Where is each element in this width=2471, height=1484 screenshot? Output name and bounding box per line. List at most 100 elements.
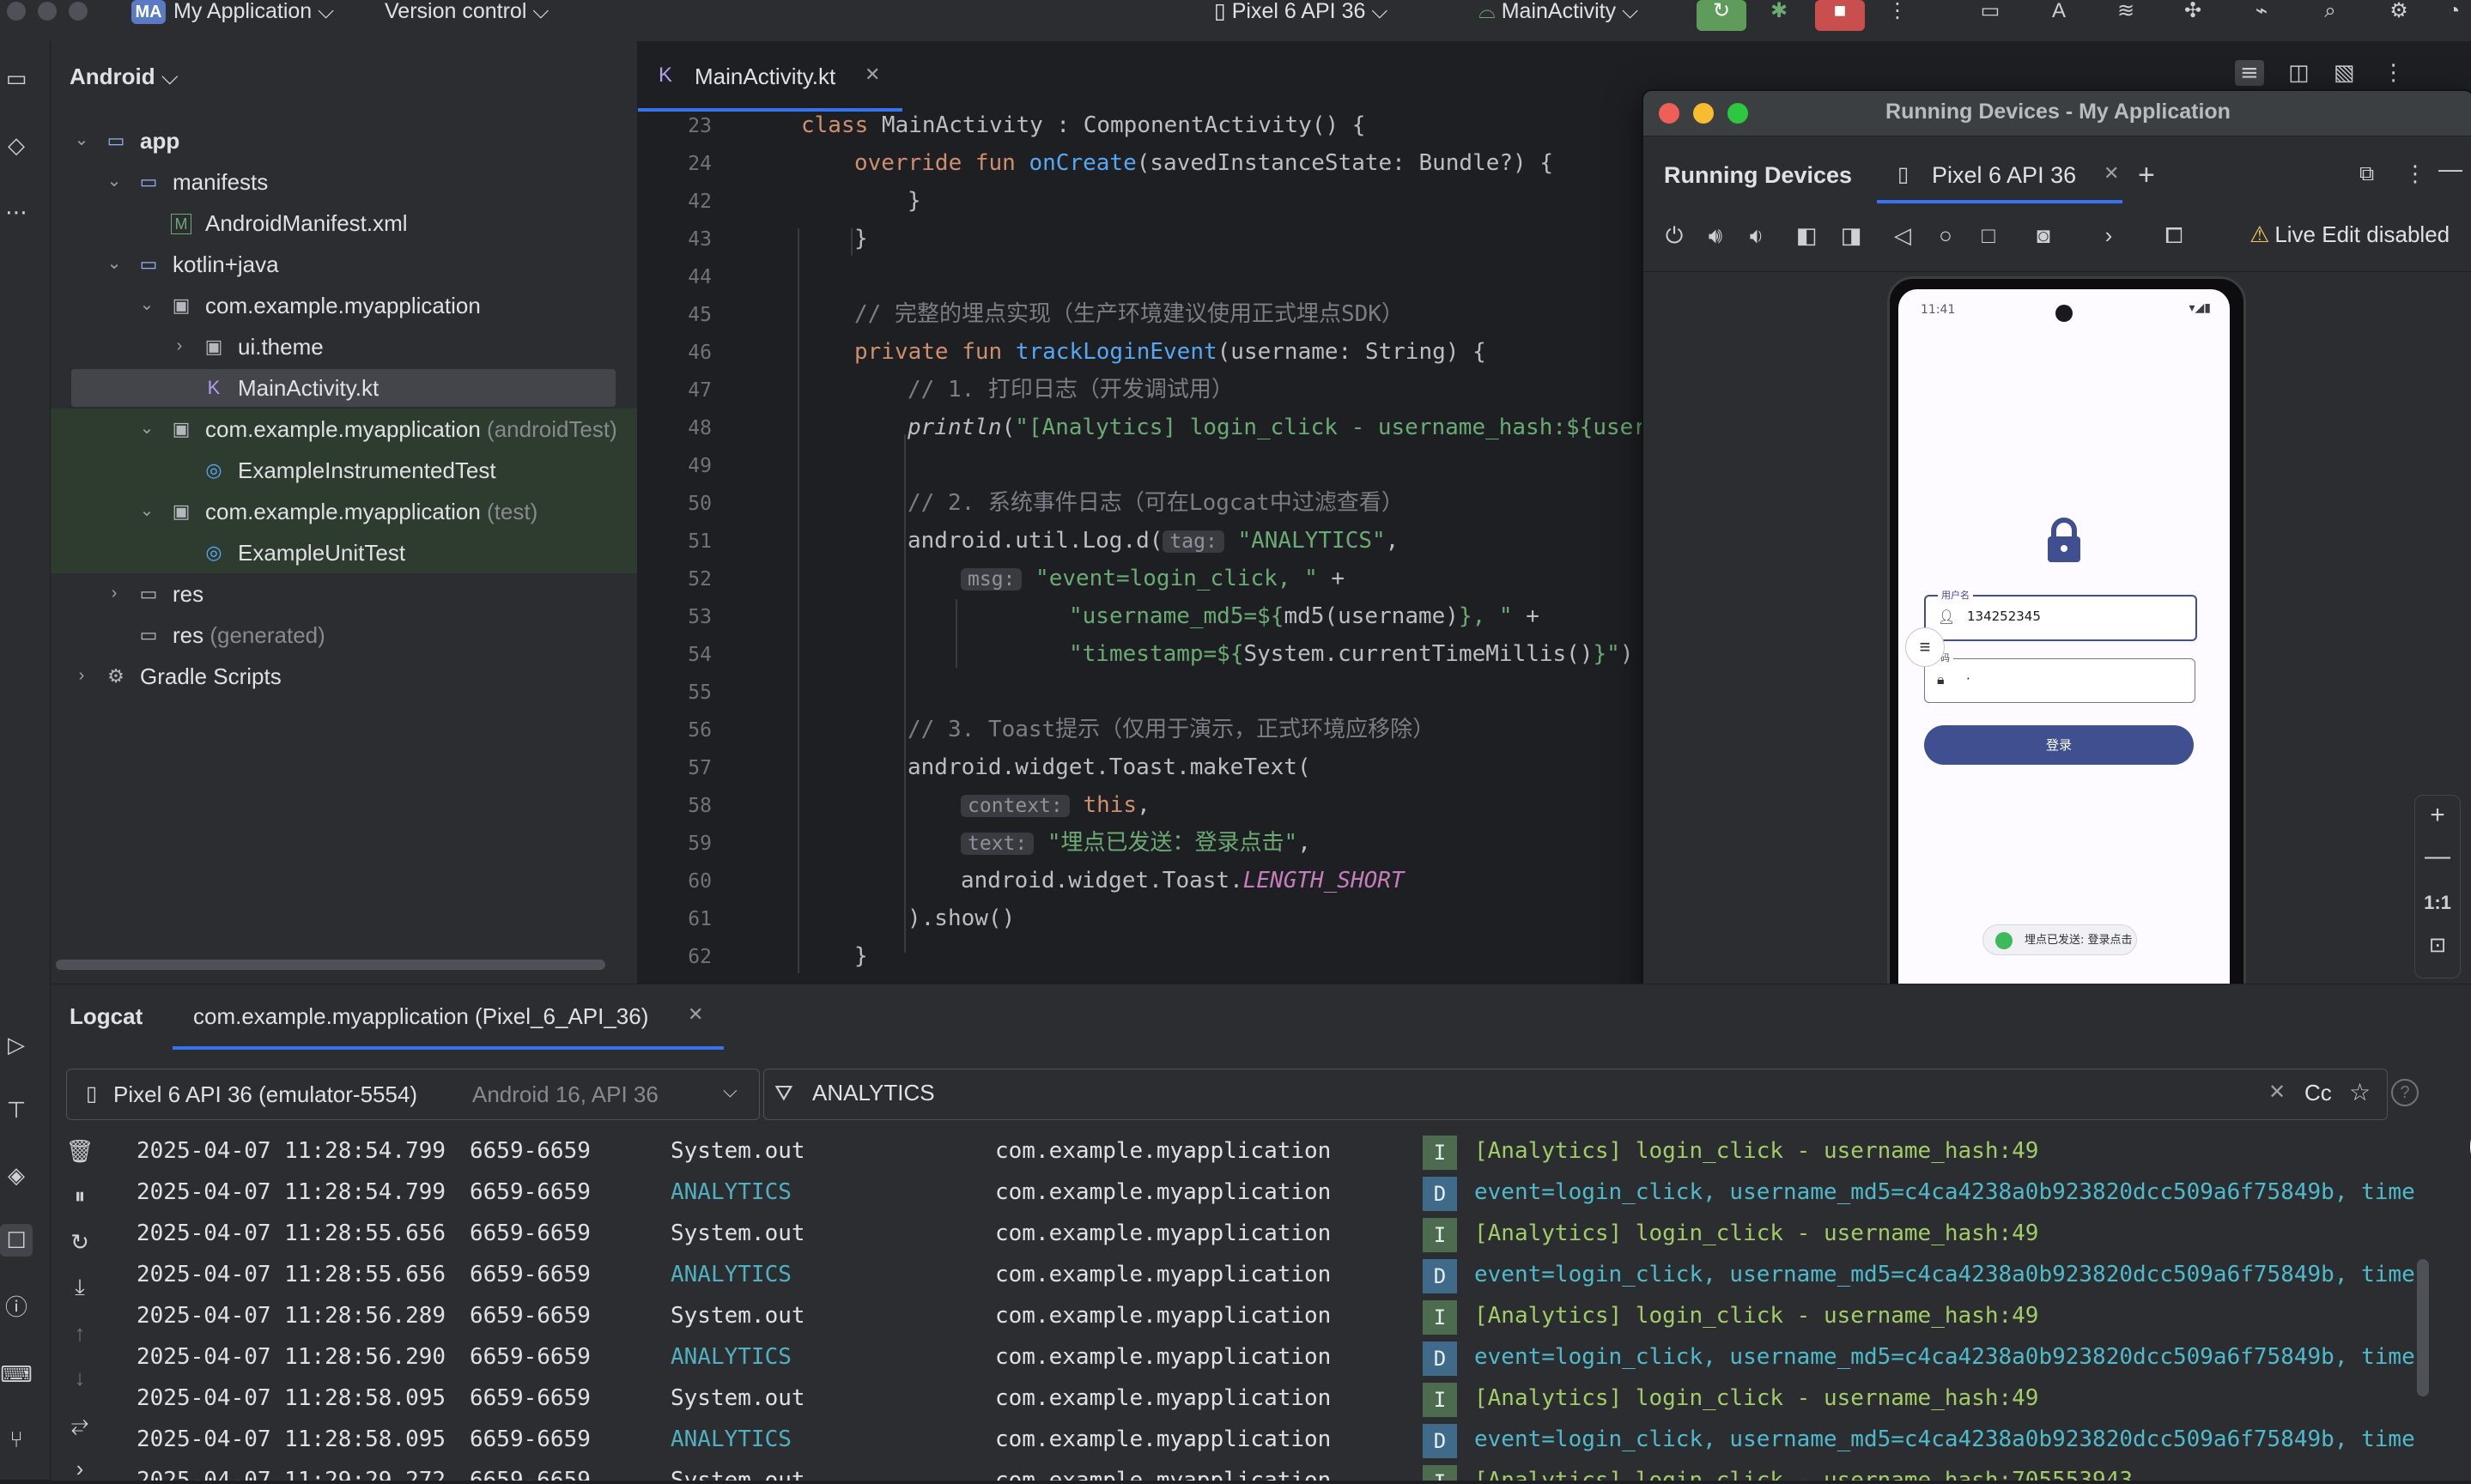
tree-item-manifests[interactable]: ⌄ ▭ manifests bbox=[51, 161, 637, 203]
code-line-43[interactable]: } bbox=[854, 220, 868, 257]
build-tool-button[interactable]: ⊤ bbox=[0, 1093, 33, 1126]
plugin-button[interactable]: ✣ bbox=[2177, 0, 2208, 24]
tree-item-android-manifest[interactable]: M AndroidManifest.xml bbox=[51, 203, 637, 244]
window-zoom-button[interactable] bbox=[69, 2, 88, 21]
logcat-filter-input[interactable]: ⛛ ANALYTICS ✕ Cc ☆ bbox=[763, 1069, 2388, 1120]
zoom-actual-size-button[interactable]: 1:1 bbox=[2415, 892, 2460, 914]
restart-logcat-button[interactable]: ↻ bbox=[64, 1227, 95, 1257]
more-tools-button[interactable]: ⋯ bbox=[0, 196, 33, 228]
logcat-row[interactable]: 2025-04-07 11:29:29.272 6659-6659 System.o… bbox=[137, 1462, 2420, 1481]
device-tab-pixel-6[interactable]: ▯ Pixel 6 API 36 ✕ bbox=[1877, 154, 2122, 203]
code-line-48[interactable]: println("[Analytics] login_click - usern… bbox=[908, 409, 1647, 446]
window-minimize-button[interactable] bbox=[38, 2, 57, 21]
terminal-tool-button[interactable]: ⌨ bbox=[0, 1358, 33, 1390]
project-badge[interactable]: MA bbox=[131, 0, 166, 24]
running-devices-titlebar[interactable]: Running Devices - My Application bbox=[1643, 91, 2471, 136]
tree-item-unit-test[interactable]: ◎ ExampleUnitTest bbox=[51, 532, 637, 573]
device-manager-button[interactable]: ▭ bbox=[1975, 0, 2006, 24]
code-line-51[interactable]: android.util.Log.d(tag: "ANALYTICS", bbox=[908, 522, 1399, 560]
clear-logcat-button[interactable]: 🗑︎ bbox=[64, 1136, 95, 1166]
code-line-56[interactable]: // 3. Toast提示（仅用于演示，正式环境应移除） bbox=[908, 711, 1435, 748]
previous-button[interactable]: ↑ bbox=[64, 1317, 95, 1348]
power-button[interactable]: ⏻ bbox=[1659, 220, 1690, 251]
tree-item-instrumented-test[interactable]: ◎ ExampleInstrumentedTest bbox=[51, 450, 637, 491]
code-line-62[interactable]: } bbox=[854, 937, 868, 975]
code-line-52[interactable]: msg: "event=login_click, " + bbox=[961, 560, 1345, 598]
project-view-selector[interactable]: Android ⌵ bbox=[70, 64, 179, 91]
tree-item-gradle-scripts[interactable]: › ⚙ Gradle Scripts bbox=[51, 656, 637, 697]
device-screen[interactable]: 11:41 ▾◢▮ 用户名 👤︎ 134252345 码 🔒︎ · 登录 埋点已… bbox=[1898, 289, 2230, 1005]
mirror-button[interactable]: ⧠ bbox=[2158, 220, 2189, 251]
logcat-row[interactable]: 2025-04-07 11:28:54.799 6659-6659 ANALYTIC… bbox=[137, 1173, 2420, 1211]
code-line-58[interactable]: context: this, bbox=[961, 786, 1151, 825]
run-config-selector[interactable]: ⌓ MainActivity ⌵ bbox=[1478, 0, 1638, 22]
code-line-59[interactable]: text: "埋点已发送：登录点击", bbox=[961, 824, 1311, 863]
tree-item-app[interactable]: ⌄ ▭ app bbox=[51, 120, 637, 161]
project-tool-button[interactable]: ▭ bbox=[0, 62, 33, 94]
more-actions-button[interactable]: ⋮ bbox=[1882, 0, 1913, 24]
code-line-54[interactable]: "timestamp=${System.currentTimeMillis()}… bbox=[1069, 635, 1633, 673]
insights-button[interactable]: ⌁ bbox=[2246, 0, 2277, 24]
login-button[interactable]: 登录 bbox=[1924, 725, 2194, 765]
accessibility-handle[interactable]: ≡ bbox=[1905, 627, 1945, 667]
password-field[interactable]: 码 🔒︎ · bbox=[1924, 651, 2195, 703]
account-button[interactable]: ◔ bbox=[2438, 0, 2469, 24]
volume-down-button[interactable]: 🔉︎ bbox=[1741, 220, 1772, 251]
rotate-right-button[interactable]: ◨ bbox=[1836, 220, 1867, 251]
logcat-row[interactable]: 2025-04-07 11:28:58.095 6659-6659 ANALYTIC… bbox=[137, 1420, 2420, 1458]
match-case-toggle[interactable]: Cc bbox=[2304, 1080, 2332, 1106]
tree-item-main-activity[interactable]: K MainActivity.kt bbox=[51, 367, 637, 409]
back-button[interactable]: ◁ bbox=[1887, 220, 1918, 251]
zoom-out-button[interactable]: — bbox=[2415, 842, 2460, 871]
zoom-in-button[interactable]: + bbox=[2415, 801, 2460, 830]
screenshot-button[interactable]: ◙ bbox=[2028, 220, 2059, 251]
scroll-to-end-button[interactable]: ⤓ bbox=[64, 1271, 95, 1302]
home-button[interactable]: ○ bbox=[1930, 220, 1961, 251]
stop-button[interactable]: ■ bbox=[1815, 0, 1865, 31]
design-view-icon[interactable]: ▧ bbox=[2334, 60, 2355, 86]
code-line-61[interactable]: ).show() bbox=[908, 899, 1015, 937]
restore-layout-button[interactable]: ⧉ bbox=[2359, 162, 2374, 186]
tree-item-kotlin-java[interactable]: ⌄ ▭ kotlin+java bbox=[51, 244, 637, 285]
resource-manager-button[interactable]: ◇ bbox=[0, 129, 33, 161]
code-line-23[interactable]: class MainActivity : ComponentActivity()… bbox=[801, 106, 1365, 144]
split-view-icon[interactable]: ◫ bbox=[2288, 60, 2310, 86]
pause-logcat-button[interactable]: ⏸︎ bbox=[64, 1180, 95, 1211]
translate-button[interactable]: A bbox=[2043, 0, 2074, 24]
volume-up-button[interactable]: 🔊︎ bbox=[1700, 220, 1731, 251]
git-tool-button[interactable]: ⑂ bbox=[0, 1423, 33, 1456]
more-options-button[interactable]: ⋮ bbox=[2404, 161, 2426, 187]
close-icon[interactable]: ✕ bbox=[865, 64, 880, 86]
soft-wrap-button[interactable]: ⥂ bbox=[64, 1408, 95, 1439]
code-line-42[interactable]: } bbox=[908, 182, 921, 220]
code-view-icon[interactable]: ≡ bbox=[2235, 60, 2264, 86]
logcat-row[interactable]: 2025-04-07 11:28:54.799 6659-6659 System.o… bbox=[137, 1132, 2420, 1170]
window-close-button[interactable] bbox=[7, 2, 26, 21]
username-field[interactable]: 用户名 👤︎ 134252345 bbox=[1924, 588, 2197, 641]
zoom-fit-button[interactable]: ⊡ bbox=[2415, 933, 2460, 958]
rerun-button[interactable]: ↻ bbox=[1697, 0, 1746, 31]
expand-controls-button[interactable]: › bbox=[2093, 220, 2124, 251]
code-line-53[interactable]: "username_md5=${md5(username)}, " + bbox=[1069, 597, 1539, 635]
code-line-45[interactable]: // 完整的埋点实现（生产环境建议使用正式埋点SDK） bbox=[854, 295, 1404, 333]
sync-button[interactable]: ≋ bbox=[2110, 0, 2141, 24]
tree-item-ui-theme[interactable]: › ▣ ui.theme bbox=[51, 326, 637, 367]
close-icon[interactable]: ✕ bbox=[688, 1003, 703, 1026]
logcat-row[interactable]: 2025-04-07 11:28:56.289 6659-6659 System.o… bbox=[137, 1297, 2420, 1335]
logcat-session-tab[interactable]: com.example.myapplication (Pixel_6_API_3… bbox=[193, 1003, 648, 1030]
star-icon[interactable]: ☆ bbox=[2349, 1078, 2371, 1106]
run-tool-button[interactable]: ▷ bbox=[0, 1028, 33, 1061]
code-line-60[interactable]: android.widget.Toast.LENGTH_SHORT bbox=[961, 862, 1405, 899]
logcat-tool-button[interactable]: ☐ bbox=[0, 1224, 33, 1257]
code-line-46[interactable]: private fun trackLoginEvent(username: St… bbox=[854, 333, 1486, 371]
overview-button[interactable]: □ bbox=[1973, 220, 2004, 251]
code-line-24[interactable]: override fun onCreate(savedInstanceState… bbox=[854, 144, 1553, 182]
settings-button[interactable]: ⚙ bbox=[2383, 0, 2414, 24]
device-selector[interactable]: ▯ Pixel 6 API 36 ⌵ bbox=[1214, 0, 1387, 22]
debug-button[interactable]: ✱ bbox=[1764, 0, 1794, 24]
logcat-row[interactable]: 2025-04-07 11:28:55.656 6659-6659 System.o… bbox=[137, 1214, 2420, 1252]
project-horizontal-scrollbar[interactable] bbox=[56, 960, 605, 970]
code-line-57[interactable]: android.widget.Toast.makeText( bbox=[908, 748, 1311, 786]
editor-tab-main-activity[interactable]: K MainActivity.kt ✕ bbox=[638, 41, 902, 112]
project-name-dropdown[interactable]: My Application ⌵ bbox=[173, 0, 334, 22]
